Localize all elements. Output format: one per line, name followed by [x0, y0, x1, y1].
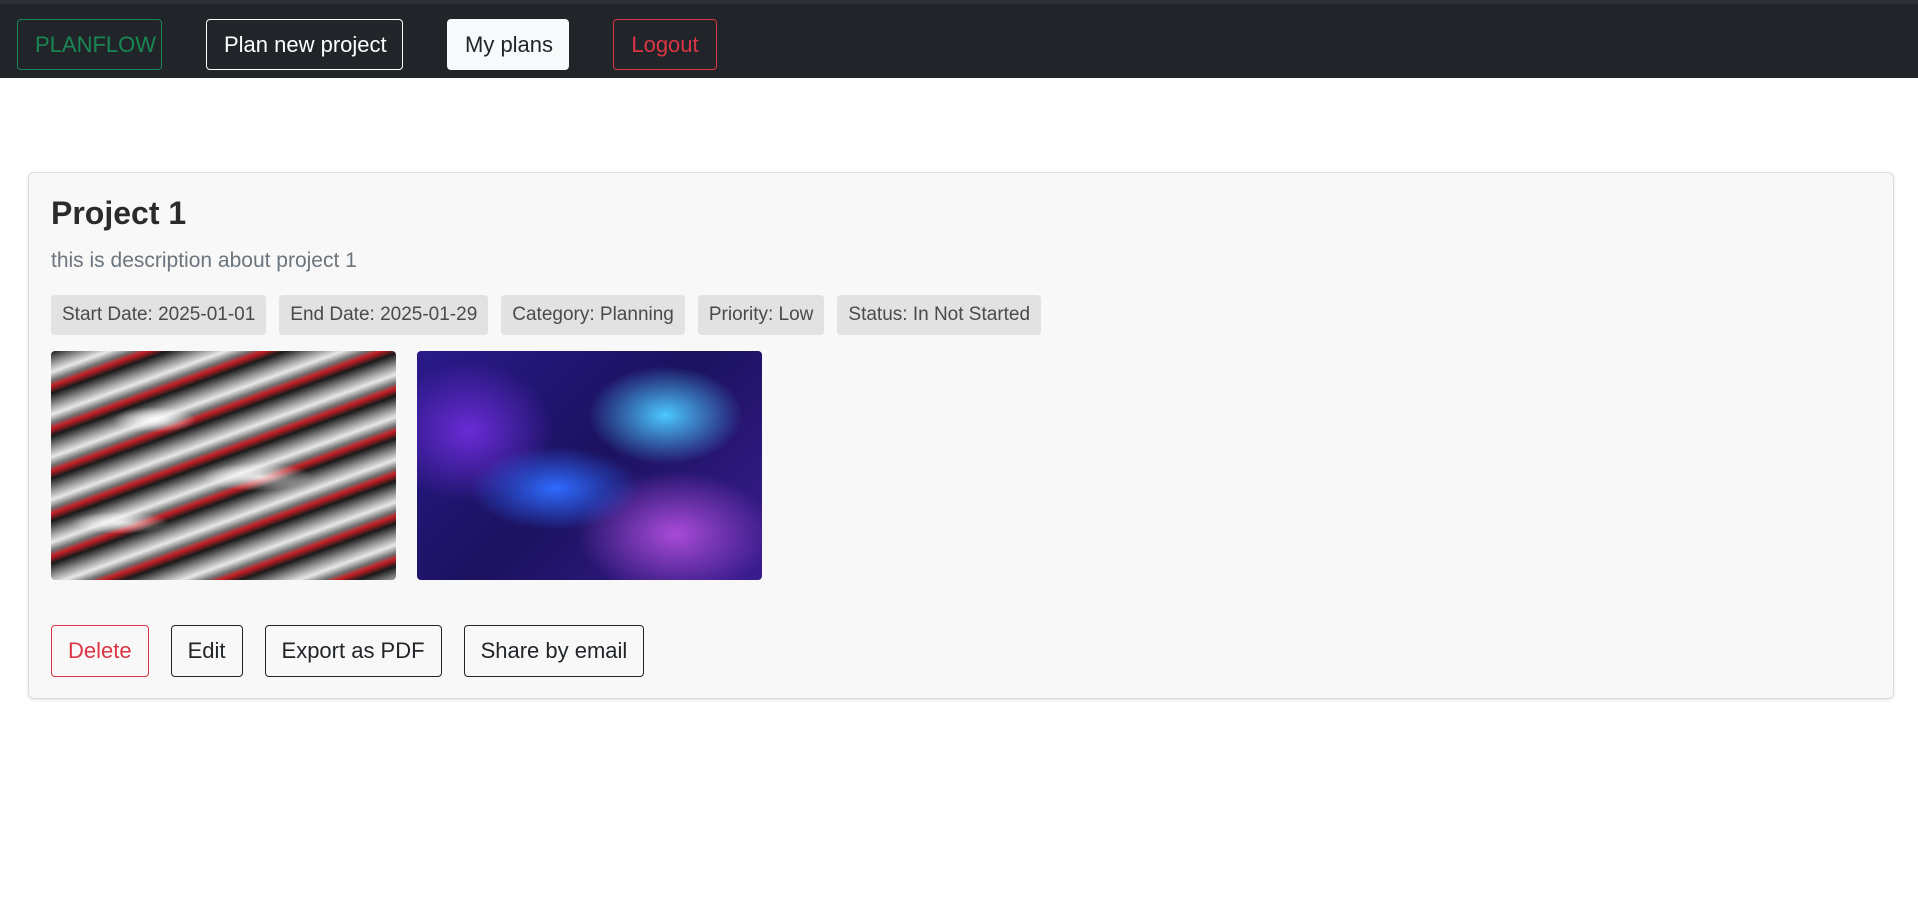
priority-badge: Priority: Low	[697, 295, 825, 335]
status-badge: Status: In Not Started	[837, 295, 1042, 335]
end-date-badge: End Date: 2025-01-29	[279, 295, 489, 335]
brand-button[interactable]: PLANFLOW	[17, 19, 162, 70]
plan-new-project-button[interactable]: Plan new project	[206, 19, 403, 70]
navbar: PLANFLOW Plan new project My plans Logou…	[0, 0, 1918, 78]
project-description: this is description about project 1	[51, 249, 357, 272]
project-card: Project 1 this is description about proj…	[28, 172, 1894, 699]
project-title: Project 1	[51, 195, 187, 231]
project-actions: Delete Edit Export as PDF Share by email	[51, 625, 645, 677]
logout-button[interactable]: Logout	[613, 19, 717, 70]
export-pdf-button[interactable]: Export as PDF	[264, 625, 442, 677]
start-date-badge: Start Date: 2025-01-01	[51, 295, 267, 335]
category-badge: Category: Planning	[501, 295, 685, 335]
my-plans-button[interactable]: My plans	[447, 19, 569, 70]
project-image-abstract-blue	[417, 351, 762, 580]
edit-button[interactable]: Edit	[170, 625, 243, 677]
share-email-button[interactable]: Share by email	[463, 625, 645, 677]
delete-button[interactable]: Delete	[51, 625, 149, 677]
project-badges: Start Date: 2025-01-01 End Date: 2025-01…	[51, 295, 1042, 335]
project-image-abstract-red	[51, 351, 396, 580]
